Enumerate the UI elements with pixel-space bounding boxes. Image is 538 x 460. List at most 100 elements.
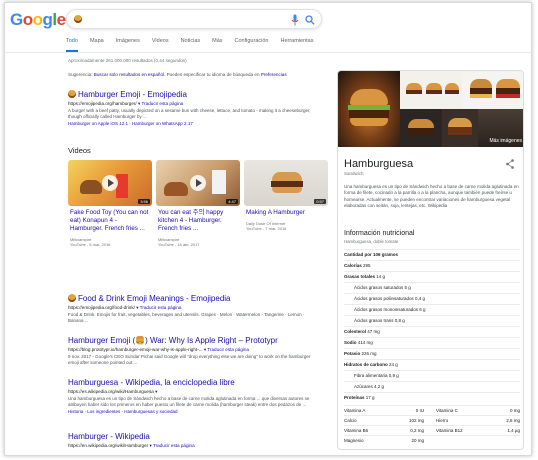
translate-link[interactable]: ▾ [155,389,157,394]
nutrition-row: Grasas totales 14 g [344,271,520,280]
logo-letter: e [56,10,66,29]
nutrition-row: Calorías 295 [344,260,520,269]
nutrition-row: Fibra alimentaria 0,9 g [344,370,520,379]
more-images-button[interactable]: Más imágenes [478,109,523,147]
search-icon[interactable] [305,14,315,26]
nutrient-value: 24 g [387,362,398,367]
videos-heading: Videos [68,146,91,155]
search-result: Hamburger Emoji - Emojipedia https://emo… [68,90,320,127]
logo-letter: o [22,10,33,29]
search-result: Hamburguesa - Wikipedia, la enciclopedia… [68,378,320,415]
nutrient-value: 47 mg [366,329,380,334]
video-duration: 4:47 [226,198,238,204]
vitamin-label: Vitamina B6 [344,428,369,433]
search-result: Food & Drink Emoji Meanings - Emojipedia… [68,294,320,324]
nutrition-heading: Información nutricional [344,230,415,237]
video-card[interactable]: 4:47 You can eat 주의 happy kitchen 4 - Ha… [156,160,240,278]
nutrient-value: 414 mg [356,340,373,345]
search-input[interactable] [66,9,322,29]
result-url: https://emojipedia.org/food-drink/ ▾ Tra… [68,304,182,310]
vitamin-label: Vitamina C [436,408,458,413]
page: Google Todo Mapa Imágenes Videos Noticia… [0,0,538,460]
nutrition-selector[interactable]: Hamburguesa, doble tomate [344,239,398,245]
result-url: https://es.wikipedia.org/wiki/Hamburgues… [68,388,158,394]
share-icon[interactable] [506,159,514,169]
nutrition-row: Ácidos grasos saturados 5 g [344,282,520,291]
nutrition-row: Sodio 414 mg [344,337,520,346]
tab-noticias[interactable]: Noticias [181,38,201,52]
burger-image[interactable] [462,71,523,109]
result-title[interactable]: Hamburguesa - Wikipedia, la enciclopedia… [68,378,320,388]
video-card[interactable]: 0:57 Making A Hamburger Daily Dose Of In… [244,160,328,278]
nutrition-row: Cantidad por 106 gramos [344,249,520,258]
nutrient-value: 14 g [375,274,386,279]
more-images-label: Más imágenes [489,137,522,144]
video-title[interactable]: You can eat 주의 happy kitchen 4 - Hamburg… [156,209,240,233]
logo-letter: o [32,10,43,29]
vitamin-label: Calcio [344,418,357,423]
video-card[interactable]: 3:56 Fake Food Toy (You can not eat) Kon… [68,160,152,278]
search-tabs: Todo Mapa Imágenes Videos Noticias Más C… [66,38,325,52]
result-snippet: 9 nov. 2017 - Google's CEO Sundar Pichai… [68,353,311,365]
nutrient-value: 17 g [364,395,375,400]
tab-mapa[interactable]: Mapa [90,38,104,52]
burger-image[interactable] [400,71,462,109]
result-title[interactable]: Hamburger - Wikipedia [68,432,320,442]
vitamin-value: 0,2 mg [410,428,424,433]
nutrient-label: Ácidos grasos poliinsaturados [354,296,414,301]
burger-image[interactable] [442,109,478,147]
translate-link[interactable]: ▾ Traducir esta página [136,305,181,310]
translate-link[interactable]: ▾ Traducir esta página [149,443,194,448]
burger-image[interactable] [338,71,400,147]
tab-imagenes[interactable]: Imágenes [116,38,140,52]
nutrient-value: 295 [361,263,371,268]
tab-mas[interactable]: Más [212,38,222,52]
result-sitelinks[interactable]: Historia · Los ingredientes · Hamburgues… [68,409,320,415]
video-title[interactable]: Making A Hamburger [244,209,328,217]
result-snippet: A burger with a beef patty, usually depi… [68,107,311,119]
video-thumbnail[interactable]: 4:47 [156,160,240,206]
video-duration: 3:56 [138,198,150,204]
tab-todo[interactable]: Todo [66,38,78,52]
tab-herramientas[interactable]: Herramientas [280,38,313,52]
entity-subtitle: Sandwich [344,171,364,176]
mic-icon[interactable] [291,14,299,26]
logo-letter: G [10,10,23,29]
vitamin-label: Vitamina A [344,408,366,413]
tab-videos[interactable]: Videos [152,38,169,52]
suggestion-prefix: Sugerencia: [68,72,94,77]
result-title[interactable]: Hamburger Emoji - Emojipedia [68,90,320,100]
nutrition-row: Colesterol 47 mg [344,326,520,335]
nutrient-label: Azúcares [354,384,373,389]
nutrient-value: 0,4 g [413,296,426,301]
logo-letter: g [42,10,53,29]
video-title[interactable]: Fake Food Toy (You can not eat) Konapun … [68,209,152,233]
suggestion-link[interactable]: Buscar solo resultados en español [94,72,164,77]
image-gallery[interactable]: Más imágenes [338,71,523,147]
nutrient-label: Proteínas [344,395,365,400]
result-title[interactable]: Hamburger Emoji (🍔) War: Why Is Apple Ri… [68,336,320,346]
preferences-link[interactable]: Preferencias [261,72,287,77]
result-title[interactable]: Food & Drink Emoji Meanings - Emojipedia [68,294,320,304]
burger-image[interactable] [400,109,442,147]
nutrition-row: Ácidos grasos trans 0,8 g [344,315,520,324]
result-url: https://en.wikipedia.org/wiki/Hamburger … [68,442,195,448]
result-snippet: Food & Drink. Emojis for fruit, vegetabl… [68,311,305,323]
tab-configuracion[interactable]: Configuración [235,38,269,52]
vitamin-value: 20 mg [411,438,424,443]
nutrient-label: Cantidad por 106 gramos [344,252,399,257]
vitamin-row: Magnesio 20 mg [344,435,520,445]
translate-link[interactable]: ▾ Traducir esta página [138,101,183,106]
nutrient-value: 5 g [403,285,411,290]
nutrient-label: Fibra alimentaria [354,373,388,378]
vitamin-value: 102 mg [408,418,424,423]
nutrition-row: Azúcares 4,2 g [344,381,520,390]
video-thumbnail[interactable]: 0:57 [244,160,328,206]
result-sitelinks[interactable]: Hamburger on Apple iOS 12.1 · Hamburger … [68,121,320,127]
video-thumbnail[interactable]: 3:56 [68,160,152,206]
translate-link[interactable]: ▾ Traducir esta página [204,347,249,352]
nutrition-row: Ácidos grasos monoinsaturados 6 g [344,304,520,313]
google-logo[interactable]: Google [10,9,66,31]
video-meta: YouTube - 5 mar. 2016 [70,241,111,247]
hamburger-icon [68,294,76,302]
